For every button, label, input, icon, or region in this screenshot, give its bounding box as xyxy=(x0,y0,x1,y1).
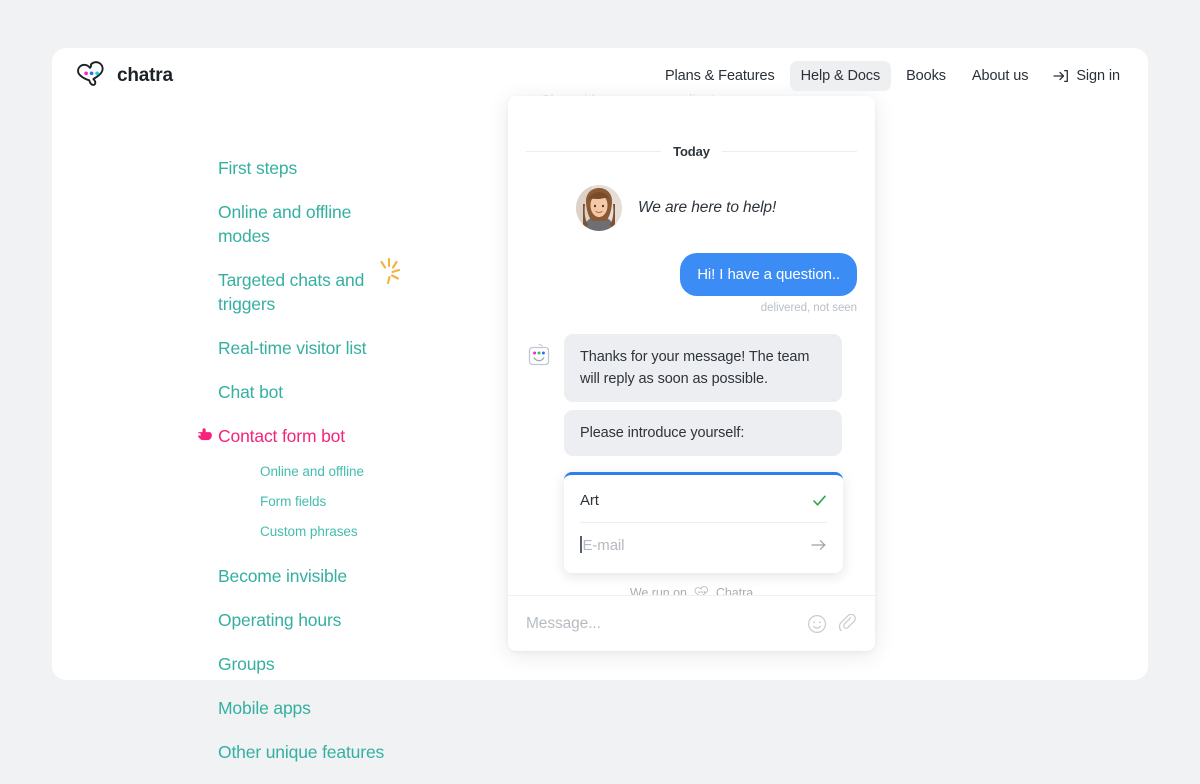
nav-link-books[interactable]: Books xyxy=(895,61,957,91)
bot-message-group: Thanks for your message! The team will r… xyxy=(526,334,857,456)
delivery-status: delivered, not seen xyxy=(760,302,857,314)
composer-icons xyxy=(807,613,857,634)
top-navigation-bar: chatra Plans & Features Help & Docs Book… xyxy=(52,48,1148,104)
message-input-placeholder: Message... xyxy=(526,614,601,632)
sidebar-item-label: Targeted chats and triggers xyxy=(218,270,365,314)
powered-by-prefix: We run on xyxy=(629,586,687,595)
chat-message-list: Today We are here to help! Hi! I have a … xyxy=(508,96,875,595)
nav-link-help-docs[interactable]: Help & Docs xyxy=(789,61,892,91)
sidebar-item-first-steps[interactable]: First steps xyxy=(218,156,396,180)
green-check-icon xyxy=(812,493,827,508)
sidebar-item-label: Contact form bot xyxy=(218,426,345,446)
powered-by-footer[interactable]: We run on Chatra xyxy=(526,573,857,595)
sidebar-item-real-time-visitor-list[interactable]: Real-time visitor list xyxy=(218,336,396,360)
sidebar-item-chat-bot[interactable]: Chat bot xyxy=(218,380,396,404)
powered-by-brand: Chatra xyxy=(715,586,754,595)
sidebar-subitem-custom-phrases[interactable]: Custom phrases xyxy=(260,522,518,541)
sidebar-item-groups[interactable]: Groups xyxy=(218,652,396,676)
sidebar-item-operating-hours[interactable]: Operating hours xyxy=(218,608,396,632)
brand-logo-link[interactable]: chatra xyxy=(74,61,173,91)
chat-widget: Today We are here to help! Hi! I have a … xyxy=(508,96,875,651)
nav-link-plans-features[interactable]: Plans & Features xyxy=(654,61,786,91)
sidebar-item-become-invisible[interactable]: Become invisible xyxy=(218,564,396,588)
name-field-value: Art xyxy=(580,492,599,509)
agent-photo-avatar xyxy=(576,185,622,231)
contact-form-card: Art E-mail xyxy=(564,472,843,573)
sign-in-label: Sign in xyxy=(1076,68,1120,84)
day-divider-label: Today xyxy=(673,144,710,159)
sidebar-item-online-offline-modes[interactable]: Online and offline modes xyxy=(218,200,396,248)
smiley-icon[interactable] xyxy=(807,614,827,634)
sparkle-icon xyxy=(373,256,407,290)
text-caret xyxy=(580,536,582,553)
email-placeholder-text: E-mail xyxy=(582,537,625,554)
user-message: Hi! I have a question.. xyxy=(526,253,857,296)
sidebar-item-targeted-chats-triggers[interactable]: Targeted chats and triggers xyxy=(218,257,401,316)
form-row-email[interactable]: E-mail xyxy=(580,523,827,567)
sidebar-subitem-form-fields[interactable]: Form fields xyxy=(260,492,518,511)
message-composer[interactable]: Message... xyxy=(508,595,875,651)
robot-face-icon xyxy=(526,342,552,368)
bot-message-bubble: Please introduce yourself: xyxy=(564,410,842,456)
day-divider: Today xyxy=(526,144,858,159)
docs-sidebar-nav: First steps Online and offline modes Tar… xyxy=(198,156,518,784)
agent-message: We are here to help! xyxy=(526,185,857,231)
sidebar-item-other-unique-features[interactable]: Other unique features xyxy=(218,740,396,764)
bot-message-bubble: Thanks for your message! The team will r… xyxy=(564,334,842,402)
form-row-name[interactable]: Art xyxy=(580,479,827,523)
paperclip-icon[interactable] xyxy=(837,613,857,634)
sign-in-button[interactable]: Sign in xyxy=(1043,61,1126,91)
user-message-bubble: Hi! I have a question.. xyxy=(680,253,857,296)
sidebar-item-mobile-apps[interactable]: Mobile apps xyxy=(218,696,396,720)
sidebar-item-contact-form-bot[interactable]: Contact form bot xyxy=(198,424,396,448)
bot-bubble-stack: Thanks for your message! The team will r… xyxy=(564,334,842,456)
right-arrow-submit-icon[interactable] xyxy=(811,538,827,552)
nav-link-about-us[interactable]: About us xyxy=(961,61,1039,91)
divider-line-right xyxy=(721,151,858,152)
brand-name: chatra xyxy=(117,65,173,86)
divider-line-left xyxy=(526,151,662,152)
email-field-placeholder: E-mail xyxy=(580,536,625,554)
chat-bubble-dots-icon xyxy=(693,585,710,595)
agent-message-text: We are here to help! xyxy=(638,199,777,216)
sign-in-arrow-icon xyxy=(1053,68,1069,84)
sidebar-subitem-online-and-offline[interactable]: Online and offline xyxy=(260,462,518,481)
pointing-hand-icon xyxy=(196,426,214,444)
chat-bubble-dots-logo-icon xyxy=(74,61,108,91)
nav-links: Plans & Features Help & Docs Books About… xyxy=(654,61,1126,91)
